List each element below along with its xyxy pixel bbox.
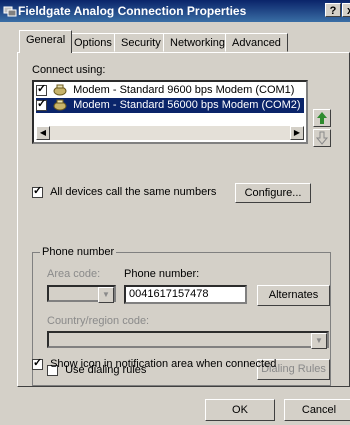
configure-button[interactable]: Configure... (235, 183, 311, 203)
alternates-button[interactable]: Alternates (257, 285, 330, 306)
show-icon-checkbox[interactable]: ✓ (32, 356, 43, 370)
phone-number-label: Phone number: (124, 268, 200, 280)
scroll-left-icon[interactable]: ◀ (36, 126, 50, 140)
modem-checkbox[interactable]: ✓ (36, 82, 47, 96)
arrow-down-icon (315, 131, 329, 145)
list-item[interactable]: ✓ Modem - Standard 9600 bps Modem (COM1) (36, 83, 304, 98)
modem-icon (53, 99, 67, 111)
phone-number-group-title: Phone number (40, 246, 117, 258)
modem-label: Modem - Standard 56000 bps Modem (COM2) (73, 99, 301, 111)
country-region-label: Country/region code: (47, 315, 150, 327)
arrow-up-icon (317, 112, 327, 124)
connect-using-label: Connect using: (32, 64, 106, 76)
country-region-select: ▼ (47, 331, 329, 349)
area-code-select: ▼ (47, 285, 116, 303)
ok-button[interactable]: OK (205, 399, 275, 421)
all-devices-checkbox[interactable]: ✓ (32, 184, 43, 198)
scroll-right-icon[interactable]: ▶ (290, 126, 304, 140)
all-devices-label: All devices call the same numbers (50, 186, 217, 198)
chevron-down-icon: ▼ (311, 333, 327, 349)
check-icon: ✓ (37, 82, 47, 95)
check-icon: ✓ (33, 356, 43, 369)
move-down-button[interactable] (313, 129, 331, 147)
modem-checkbox[interactable]: ✓ (36, 97, 47, 111)
modem-label: Modem - Standard 9600 bps Modem (COM1) (73, 84, 295, 96)
horizontal-scrollbar[interactable]: ◀ ▶ (36, 126, 304, 140)
all-devices-option[interactable]: ✓ All devices call the same numbers (32, 184, 217, 198)
modem-list[interactable]: ✓ Modem - Standard 9600 bps Modem (COM1)… (32, 80, 308, 144)
check-icon: ✓ (37, 97, 47, 110)
show-icon-label: Show icon in notification area when conn… (50, 358, 277, 370)
check-icon: ✓ (33, 184, 43, 197)
phone-number-input[interactable]: 0041617157478 (124, 285, 247, 304)
area-code-label: Area code: (47, 268, 101, 280)
cancel-button[interactable]: Cancel (284, 399, 350, 421)
modem-icon (53, 84, 67, 96)
chevron-down-icon: ▼ (98, 287, 114, 303)
move-up-button[interactable] (313, 109, 331, 127)
list-item[interactable]: ✓ Modem - Standard 56000 bps Modem (COM2… (36, 98, 304, 113)
show-icon-option[interactable]: ✓ Show icon in notification area when co… (32, 356, 277, 370)
